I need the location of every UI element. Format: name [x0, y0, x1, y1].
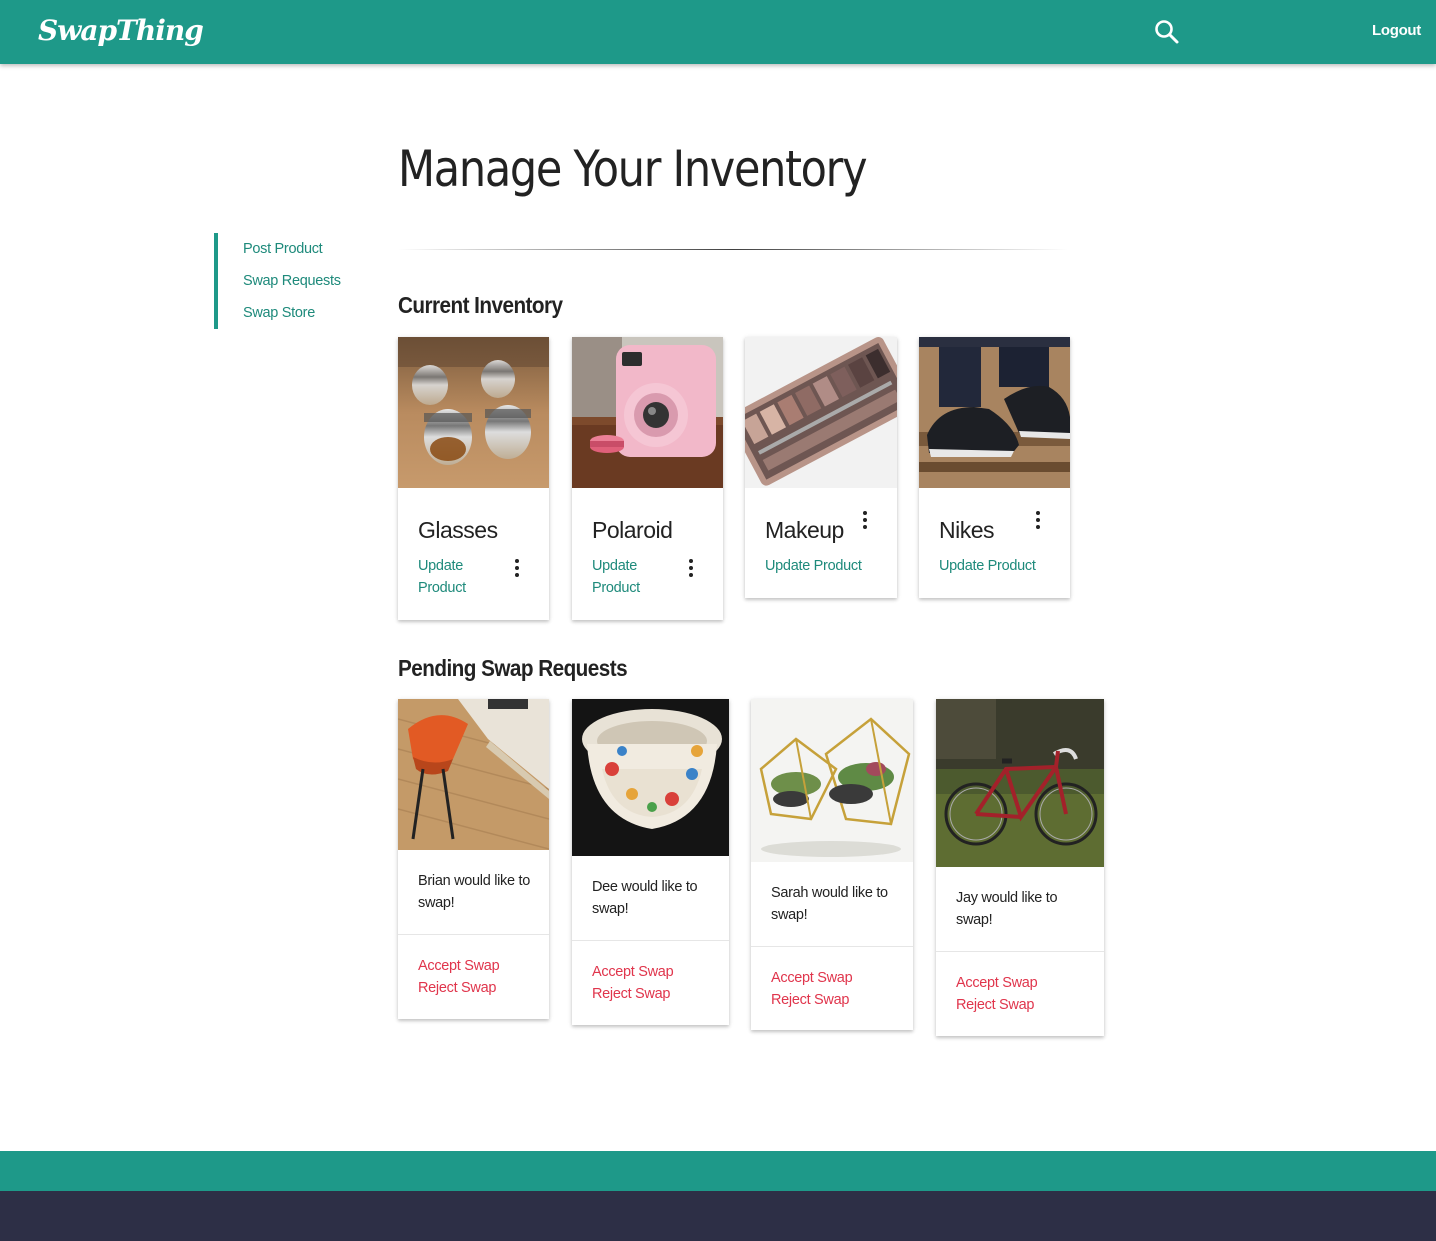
more-vertical-icon[interactable]: [686, 558, 696, 578]
footer-accent-bar: [0, 1151, 1436, 1191]
accept-swap-link[interactable]: Accept Swap: [418, 958, 500, 974]
inventory-card-polaroid: Polaroid Update Product: [572, 337, 723, 620]
update-product-link[interactable]: Update Product: [765, 555, 862, 577]
footer: [0, 1191, 1436, 1241]
bicycle-photo: [936, 699, 1104, 867]
inventory-card-glasses: Glasses Update Product: [398, 337, 549, 620]
reject-swap-link[interactable]: Reject Swap: [418, 980, 496, 996]
product-name: Nikes: [939, 517, 995, 543]
sidebar-item-swap-store[interactable]: Swap Store: [243, 305, 315, 321]
search-icon[interactable]: [1152, 17, 1182, 47]
reject-swap-link[interactable]: Reject Swap: [771, 992, 849, 1008]
terrarium-photo: [751, 699, 913, 862]
swap-request-card-dee: Dee would like to swap! Accept Swap Reje…: [572, 699, 729, 1025]
swap-request-card-sarah: Sarah would like to swap! Accept Swap Re…: [751, 699, 913, 1030]
page-title: Manage Your Inventory: [398, 140, 868, 198]
brand-logo[interactable]: SwapThing: [38, 14, 204, 47]
swap-request-message-line2: swap!: [771, 907, 808, 923]
swap-request-message: Jay would like to swap!: [956, 887, 1058, 931]
swap-request-message-line2: swap!: [956, 912, 993, 928]
update-product-link[interactable]: Update Product: [592, 555, 640, 599]
swap-request-message: Dee would like to swap!: [592, 876, 698, 920]
makeup-palette-photo: [745, 337, 897, 488]
swap-request-message-line1: Brian would like to: [418, 873, 530, 889]
sidebar-item-post-product[interactable]: Post Product: [243, 241, 323, 257]
accept-swap-link[interactable]: Accept Swap: [592, 964, 674, 980]
swap-request-message: Brian would like to swap!: [418, 870, 530, 914]
update-product-link[interactable]: Update Product: [418, 555, 466, 599]
more-vertical-icon[interactable]: [860, 510, 870, 530]
bowls-photo: [572, 699, 729, 856]
inventory-card-nikes: Nikes Update Product: [919, 337, 1070, 598]
polaroid-camera-photo: [572, 337, 723, 488]
update-product-label-line1: Update: [592, 558, 637, 574]
title-divider: [398, 249, 1068, 250]
swap-request-card-brian: Brian would like to swap! Accept Swap Re…: [398, 699, 549, 1019]
swap-request-message-line2: swap!: [592, 901, 629, 917]
swap-request-message-line2: swap!: [418, 895, 455, 911]
inventory-section-title: Current Inventory: [398, 292, 563, 318]
update-product-link[interactable]: Update Product: [939, 555, 1036, 577]
accept-swap-link[interactable]: Accept Swap: [956, 975, 1038, 991]
more-vertical-icon[interactable]: [512, 558, 522, 578]
product-name: Makeup: [765, 517, 844, 543]
sidebar-item-swap-requests[interactable]: Swap Requests: [243, 273, 341, 289]
swap-request-message-line1: Dee would like to: [592, 879, 698, 895]
swap-request-card-jay: Jay would like to swap! Accept Swap Reje…: [936, 699, 1104, 1036]
update-product-label-line1: Update: [418, 558, 463, 574]
product-name: Polaroid: [592, 517, 673, 543]
accept-swap-link[interactable]: Accept Swap: [771, 970, 853, 986]
reject-swap-link[interactable]: Reject Swap: [956, 997, 1034, 1013]
chair-desk-photo: [398, 699, 549, 850]
update-product-label-line2: Product: [418, 580, 466, 596]
card-divider: [398, 934, 549, 935]
update-product-label-line2: Product: [592, 580, 640, 596]
more-vertical-icon[interactable]: [1033, 510, 1043, 530]
card-divider: [572, 940, 729, 941]
inventory-card-makeup: Makeup Update Product: [745, 337, 897, 598]
swap-request-message-line1: Jay would like to: [956, 890, 1058, 906]
logout-link[interactable]: Logout: [1372, 22, 1421, 39]
swap-request-message: Sarah would like to swap!: [771, 882, 888, 926]
sneakers-photo: [919, 337, 1070, 488]
sidebar-nav: Post Product Swap Requests Swap Store: [214, 233, 354, 329]
product-name: Glasses: [418, 517, 498, 543]
card-divider: [936, 951, 1104, 952]
requests-section-title: Pending Swap Requests: [398, 655, 628, 681]
reject-swap-link[interactable]: Reject Swap: [592, 986, 670, 1002]
swap-request-message-line1: Sarah would like to: [771, 885, 888, 901]
top-navbar: SwapThing Logout: [0, 0, 1436, 64]
glasses-photo: [398, 337, 549, 488]
card-divider: [751, 946, 913, 947]
